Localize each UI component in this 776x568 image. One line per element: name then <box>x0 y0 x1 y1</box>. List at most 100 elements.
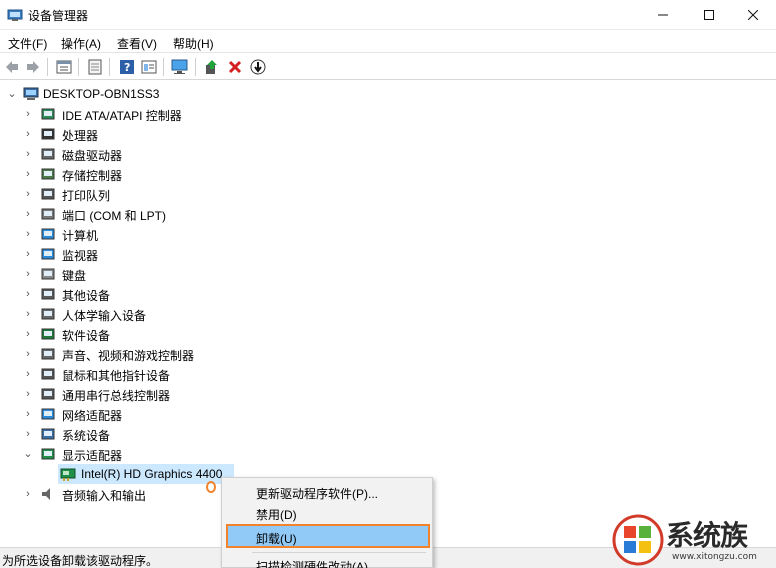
root-label: DESKTOP-OBN1SS3 <box>43 87 160 101</box>
display-child-label: Intel(R) HD Graphics 4400 <box>81 467 223 481</box>
back-button[interactable] <box>2 57 22 77</box>
chevron-right-icon[interactable]: › <box>22 268 34 280</box>
tree-item-printer[interactable]: › 打印队列 <box>0 184 776 204</box>
ctx-uninstall-label: 卸载(U) <box>256 532 297 546</box>
uninstall-icon <box>228 60 242 74</box>
audio-io-label: 音频输入和输出 <box>62 489 147 503</box>
chevron-right-icon[interactable]: › <box>22 408 34 420</box>
menu-bar: 文件(F) 操作(A) 查看(V) 帮助(H) <box>0 31 776 53</box>
title-bar: 设备管理器 <box>0 0 776 30</box>
tree-item-ide-controller[interactable]: › IDE ATA/ATAPI 控制器 <box>0 104 776 124</box>
chevron-right-icon[interactable]: › <box>22 208 34 220</box>
chevron-right-icon[interactable]: › <box>22 128 34 140</box>
other-device-icon <box>41 288 55 300</box>
monitor-icon <box>171 59 188 74</box>
svg-text:?: ? <box>124 61 130 74</box>
sound-icon <box>41 348 55 360</box>
disable-button[interactable] <box>248 57 268 77</box>
ctx-disable[interactable]: 禁用(D) <box>226 502 430 524</box>
chevron-right-icon[interactable]: › <box>22 308 34 320</box>
menu-help[interactable]: 帮助(H) <box>173 35 214 52</box>
ctx-update-driver[interactable]: 更新驱动程序软件(P)... <box>226 481 430 503</box>
chevron-right-icon[interactable]: › <box>22 228 34 240</box>
uninstall-button[interactable] <box>225 57 245 77</box>
tree-item-software-device[interactable]: › 软件设备 <box>0 324 776 344</box>
tree-item-storage-controller[interactable]: › 存储控制器 <box>0 164 776 184</box>
tree-item-usb[interactable]: › 通用串行总线控制器 <box>0 384 776 404</box>
chevron-right-icon[interactable]: › <box>22 288 34 300</box>
watermark-url: www.xitongzu.com <box>672 552 757 562</box>
chevron-right-icon[interactable]: › <box>22 108 34 120</box>
category-label: 人体学输入设备 <box>62 309 147 323</box>
category-label: 声音、视频和游戏控制器 <box>62 349 195 363</box>
menu-view[interactable]: 查看(V) <box>117 35 157 52</box>
printer-icon <box>41 188 55 200</box>
chevron-right-icon[interactable]: › <box>22 348 34 360</box>
back-icon <box>6 61 18 73</box>
menu-action[interactable]: 操作(A) <box>61 35 101 52</box>
storage-controller-icon <box>41 168 55 180</box>
tree-item-processor[interactable]: › 处理器 <box>0 124 776 144</box>
ctx-uninstall[interactable]: 卸载(U) <box>226 524 430 548</box>
category-label: 磁盘驱动器 <box>62 149 123 163</box>
context-menu: 更新驱动程序软件(P)... 禁用(D) 卸载(U) 扫描检测硬件改动(A) <box>221 477 433 568</box>
category-label: 软件设备 <box>62 329 111 343</box>
category-label: 显示适配器 <box>62 449 123 463</box>
hid-icon <box>41 308 55 320</box>
chevron-right-icon[interactable]: › <box>22 168 34 180</box>
refresh-icon <box>88 59 102 75</box>
refresh-button[interactable] <box>85 57 105 77</box>
tree-item-mouse[interactable]: › 鼠标和其他指针设备 <box>0 364 776 384</box>
computer-icon <box>41 228 55 240</box>
category-label: 处理器 <box>62 129 99 143</box>
minimize-button[interactable] <box>640 0 686 30</box>
view-button[interactable] <box>139 57 159 77</box>
ctx-scan-hardware[interactable]: 扫描检测硬件改动(A) <box>226 554 430 568</box>
tree-item-computer[interactable]: › 计算机 <box>0 224 776 244</box>
category-label: 其他设备 <box>62 289 111 303</box>
tree-item-system-device[interactable]: › 系统设备 <box>0 424 776 444</box>
chevron-right-icon[interactable]: › <box>22 368 34 380</box>
chevron-right-icon[interactable]: › <box>22 188 34 200</box>
chevron-right-icon[interactable]: › <box>22 488 34 500</box>
display-adapter-icon <box>60 468 76 481</box>
maximize-button[interactable] <box>686 0 732 30</box>
network-icon <box>41 408 55 420</box>
tree-item-keyboard[interactable]: › 键盘 <box>0 264 776 284</box>
update-driver-button[interactable] <box>202 57 222 77</box>
chevron-down-icon[interactable]: ⌄ <box>22 448 34 460</box>
chevron-down-icon[interactable]: ⌄ <box>6 88 18 100</box>
maximize-icon <box>704 10 714 20</box>
view-icon <box>141 60 157 74</box>
tree-item-port[interactable]: › 端口 (COM 和 LPT) <box>0 204 776 224</box>
chevron-right-icon[interactable]: › <box>22 248 34 260</box>
menu-file[interactable]: 文件(F) <box>8 35 47 52</box>
category-label: 打印队列 <box>62 189 111 203</box>
chevron-right-icon[interactable]: › <box>22 148 34 160</box>
chevron-right-icon[interactable]: › <box>22 388 34 400</box>
port-icon <box>41 208 55 220</box>
close-button[interactable] <box>730 0 776 30</box>
processor-icon <box>41 128 55 140</box>
chevron-right-icon[interactable]: › <box>22 328 34 340</box>
category-label: 计算机 <box>62 229 99 243</box>
properties-button[interactable] <box>54 57 74 77</box>
tree-item-other-device[interactable]: › 其他设备 <box>0 284 776 304</box>
ctx-update-driver-label: 更新驱动程序软件(P)... <box>256 487 378 501</box>
tree-item-network[interactable]: › 网络适配器 <box>0 404 776 424</box>
properties-icon <box>56 60 72 74</box>
minimize-icon <box>658 14 668 16</box>
chevron-right-icon[interactable]: › <box>22 428 34 440</box>
system-device-icon <box>41 428 55 440</box>
tree-item-hid[interactable]: › 人体学输入设备 <box>0 304 776 324</box>
forward-button[interactable] <box>23 57 43 77</box>
tree-item-display-adapter[interactable]: ⌄ 显示适配器 <box>0 444 776 464</box>
tree-item-monitor[interactable]: › 监视器 <box>0 244 776 264</box>
tree-item-disk-drive[interactable]: › 磁盘驱动器 <box>0 144 776 164</box>
keyboard-icon <box>41 268 55 280</box>
help-icon: ? <box>120 60 134 74</box>
tree-item-sound[interactable]: › 声音、视频和游戏控制器 <box>0 344 776 364</box>
help-button[interactable]: ? <box>117 57 137 77</box>
scan-hardware-button[interactable] <box>170 57 190 77</box>
tree-root[interactable]: ⌄ DESKTOP-OBN1SS3 <box>0 84 776 104</box>
